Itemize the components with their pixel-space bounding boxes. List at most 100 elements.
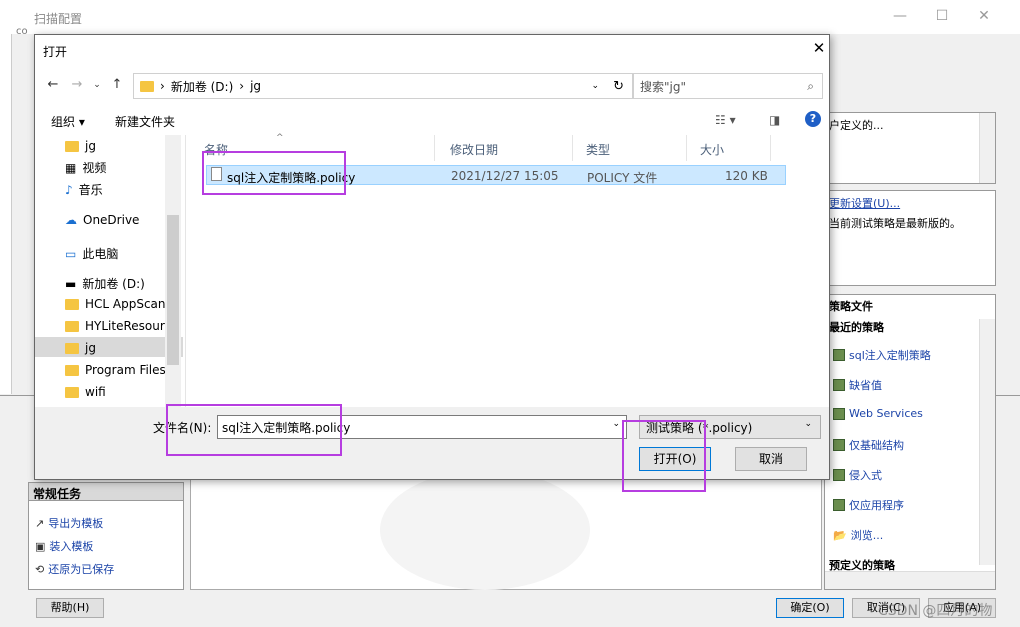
dialog-cancel-button[interactable]: 取消 [735, 447, 807, 471]
browse-policy-link[interactable]: 📂 浏览... [833, 527, 883, 543]
dialog-bottom-bar: 文件名(N): sql注入定制策略.policy ⌄ 测试策略 (*.polic… [35, 407, 829, 479]
tree-item-wifi[interactable]: wifi [65, 385, 181, 399]
maximize-icon[interactable]: ☐ [932, 6, 952, 26]
policy-icon [833, 407, 845, 420]
column-divider[interactable] [572, 135, 573, 161]
scrollbar[interactable] [979, 113, 995, 183]
breadcrumb-drive[interactable]: 新加卷 (D:) [171, 78, 233, 95]
open-file-dialog: 打开 ✕ ← → ⌄ ↑ › 新加卷 (D:) › jg ⌄ ↻ 搜索"jg" … [34, 34, 830, 480]
column-header-size[interactable]: 大小 [700, 141, 724, 158]
export-template-link[interactable]: ↗ 导出为模板 [35, 515, 103, 531]
filename-dropdown-icon[interactable]: ⌄ [612, 419, 620, 429]
tree-item-drive-d[interactable]: ▬ 新加卷 (D:) [65, 275, 181, 292]
help-icon[interactable]: ? [805, 111, 821, 127]
breadcrumb-folder[interactable]: jg [250, 79, 261, 93]
tree-item-this-pc[interactable]: ▭ 此电脑 [65, 245, 181, 262]
help-button[interactable]: 帮助(H) [36, 598, 104, 618]
column-header-type[interactable]: 类型 [586, 141, 610, 158]
tree-item-appscan[interactable]: HCL AppScan S [65, 297, 181, 311]
back-arrow-icon[interactable]: ← [45, 77, 61, 92]
column-divider[interactable] [434, 135, 435, 161]
horizontal-scrollbar[interactable] [825, 571, 995, 589]
tree-item-videos[interactable]: ▦ 视频 [65, 159, 181, 176]
cloud-icon: ☁ [65, 213, 77, 227]
restore-saved-icon: ⟲ [35, 562, 45, 576]
policy-item[interactable]: 侵入式 [833, 467, 882, 483]
up-arrow-icon[interactable]: ↑ [109, 77, 125, 92]
tree-item-jg[interactable]: jg [65, 139, 181, 153]
folder-icon [65, 298, 79, 310]
policy-icon [833, 469, 845, 481]
address-bar[interactable]: › 新加卷 (D:) › jg ⌄ ↻ [133, 73, 633, 99]
policy-item[interactable]: 缺省值 [833, 377, 882, 393]
file-size: 120 KB [725, 169, 768, 183]
restore-saved-link[interactable]: ⟲ 还原为已保存 [35, 561, 114, 577]
folder-icon [65, 386, 79, 398]
policy-icon [833, 439, 845, 451]
minimize-icon[interactable]: — [890, 6, 910, 26]
column-divider[interactable] [686, 135, 687, 161]
update-status-text: 当前测试策略是最新版的。 [829, 217, 961, 230]
left-strip [0, 34, 12, 394]
policy-icon [833, 379, 845, 391]
tree-item-onedrive[interactable]: ☁ OneDrive [65, 213, 181, 227]
policy-item[interactable]: 仅基础结构 [833, 437, 904, 453]
appscan-logo-watermark [380, 470, 590, 590]
policy-item[interactable]: Web Services [833, 407, 923, 420]
policy-item[interactable]: 仅应用程序 [833, 497, 904, 513]
user-defined-panel: 户定义的... [824, 112, 996, 184]
tree-scrollbar-thumb[interactable] [167, 215, 179, 365]
highlight-box-file [202, 151, 346, 195]
drive-icon: ▬ [65, 276, 77, 291]
recent-policies-heading: 最近的策略 [829, 321, 884, 334]
column-divider[interactable] [770, 135, 771, 161]
policy-scrollbar[interactable] [979, 319, 995, 565]
path-separator-icon: › [160, 79, 165, 93]
policy-icon [833, 349, 845, 361]
sort-ascending-icon: ^ [276, 133, 284, 143]
recent-locations-chevron-icon[interactable]: ⌄ [89, 80, 105, 90]
video-icon: ▦ [65, 160, 77, 175]
forward-arrow-icon[interactable]: → [69, 77, 85, 92]
tree-item-program-files[interactable]: Program Files ( [65, 363, 181, 377]
export-template-icon: ↗ [35, 516, 45, 530]
new-folder-button[interactable]: 新建文件夹 [115, 113, 175, 130]
tree-item-hyliteresource[interactable]: HYLiteResource [65, 319, 181, 333]
scan-config-titlebar [0, 0, 1020, 34]
search-box[interactable]: 搜索"jg" ⌕ [633, 73, 823, 99]
tree-item-music[interactable]: ♪ 音乐 [65, 181, 181, 198]
column-header-date[interactable]: 修改日期 [450, 141, 498, 158]
path-separator-icon: › [239, 79, 245, 93]
policy-file-panel: 策略文件 最近的策略 sql注入定制策略 缺省值 Web Services 仅基… [824, 294, 996, 590]
close-icon[interactable]: ✕ [974, 6, 994, 26]
policy-item[interactable]: sql注入定制策略 [833, 347, 931, 363]
update-panel: 更新设置(U)... 当前测试策略是最新版的。 [824, 190, 996, 286]
dialog-title: 打开 [43, 45, 68, 59]
highlight-box-open [622, 420, 706, 492]
refresh-icon[interactable]: ↻ [613, 79, 624, 94]
file-type: POLICY 文件 [587, 171, 658, 185]
organize-menu[interactable]: 组织 ▾ [51, 113, 85, 130]
load-template-link[interactable]: ▣ 装入模板 [35, 538, 93, 554]
file-date: 2021/12/27 15:05 [451, 169, 559, 183]
tree-item-jg-selected[interactable]: jg [65, 341, 181, 355]
search-icon: ⌕ [807, 78, 814, 93]
dialog-toolbar: 组织 ▾ 新建文件夹 ☷ ▾ ◨ ? [35, 107, 829, 133]
computer-icon: ▭ [65, 246, 77, 261]
csdn-watermark: CSDN @四月的物 [878, 603, 993, 619]
dialog-close-icon[interactable]: ✕ [809, 39, 829, 59]
window-title: 扫描配置 [34, 12, 83, 26]
left-fragment-text: co [16, 26, 28, 37]
highlight-box-filename [166, 404, 342, 456]
ok-button[interactable]: 确定(O) [776, 598, 844, 618]
common-tasks-title: 常规任务 [29, 483, 183, 501]
folder-icon [65, 364, 79, 376]
load-template-icon: ▣ [35, 539, 46, 553]
update-settings-link[interactable]: 更新设置(U)... [829, 195, 900, 211]
preview-pane-icon[interactable]: ◨ [769, 113, 780, 127]
folder-icon [140, 80, 154, 92]
user-defined-text: 户定义的... [829, 119, 884, 132]
view-options-icon[interactable]: ☷ ▾ [715, 113, 736, 127]
policy-icon [833, 499, 845, 511]
address-dropdown-icon[interactable]: ⌄ [592, 81, 600, 91]
